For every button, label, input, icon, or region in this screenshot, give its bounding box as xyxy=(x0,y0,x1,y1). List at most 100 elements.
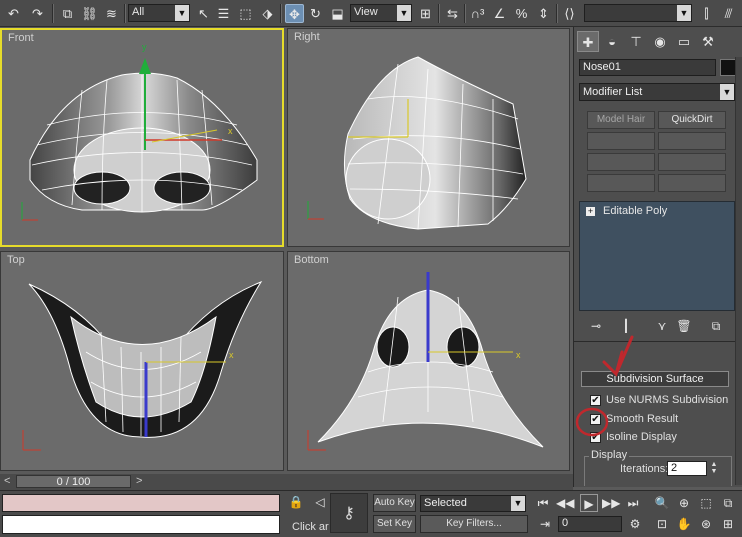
time-slider[interactable]: < 0 / 100 > xyxy=(0,474,573,490)
time-slider-thumb[interactable]: 0 / 100 xyxy=(16,475,131,488)
next-frame-icon[interactable]: ▶▶ xyxy=(602,494,620,512)
toolbar-separator xyxy=(52,4,54,23)
named-selection-dropdown[interactable]: ▼ xyxy=(584,4,692,22)
play-icon[interactable]: ▶ xyxy=(580,494,598,512)
undo-icon[interactable]: ↶ xyxy=(4,4,23,23)
window-crossing-icon[interactable]: ⬗ xyxy=(258,4,277,23)
set-key-button[interactable]: Set Key xyxy=(373,515,416,533)
command-panel: ✚ ◒ ⊤ ◉ ▭ ⚒ Nose01 Modifier List ▼ Model… xyxy=(573,27,742,487)
region-zoom-icon[interactable]: ⊡ xyxy=(652,515,672,533)
key-filters-label: Key Filters... xyxy=(446,518,502,529)
display-group-label: Display xyxy=(589,449,630,461)
select-by-name-icon[interactable]: ☰ xyxy=(214,4,233,23)
zoom-icon[interactable]: 🔍 xyxy=(652,494,672,512)
go-to-start-icon[interactable]: ⏮ xyxy=(534,494,552,512)
motion-tab-icon[interactable]: ◉ xyxy=(649,31,671,52)
configure-modifier-sets-icon[interactable]: ⧉ xyxy=(706,317,726,335)
toolbar-separator xyxy=(556,4,558,23)
manipulate-icon[interactable]: ⇆ xyxy=(443,4,462,23)
zoom-all-icon[interactable]: ⊕ xyxy=(674,494,694,512)
modify-tab-icon[interactable]: ◒ xyxy=(601,31,623,52)
rotate-icon[interactable]: ↻ xyxy=(306,4,325,23)
modifier-set-button[interactable] xyxy=(658,132,726,150)
make-unique-icon[interactable]: ⋎ xyxy=(652,317,672,335)
current-frame-field[interactable]: 0 xyxy=(558,516,622,532)
svg-text:y: y xyxy=(142,42,147,52)
viewport-top[interactable]: Top x xyxy=(0,251,284,471)
remove-modifier-icon[interactable]: 🗑 xyxy=(674,317,694,335)
select-object-icon[interactable]: ↖ xyxy=(194,4,213,23)
viewport-right[interactable]: Right xyxy=(287,28,570,247)
percent-snap-icon[interactable]: % xyxy=(512,4,531,23)
utilities-tab-icon[interactable]: ⚒ xyxy=(697,31,719,52)
model-hair-button[interactable]: Model Hair xyxy=(587,111,655,129)
align-icon[interactable]: ⫻ xyxy=(719,4,738,23)
spinner-arrows-icon[interactable]: ▲ ▼ xyxy=(709,461,719,476)
create-tab-icon[interactable]: ✚ xyxy=(577,31,599,52)
unlink-icon[interactable]: ⛓ xyxy=(80,4,99,23)
move-icon[interactable]: ✥ xyxy=(285,4,304,23)
chevron-down-icon: ▼ xyxy=(720,84,734,100)
modifier-list-dropdown[interactable]: Modifier List ▼ xyxy=(579,83,735,101)
maxscript-listener[interactable] xyxy=(2,494,280,512)
bind-space-warp-icon[interactable]: ≋ xyxy=(102,4,121,23)
modifier-stack: + Editable Poly xyxy=(579,201,735,311)
rectangular-selection-icon[interactable]: ⬚ xyxy=(236,4,255,23)
modifier-set-button[interactable] xyxy=(658,153,726,171)
expand-icon[interactable]: + xyxy=(586,207,595,216)
key-mode-toggle-icon[interactable]: ⇥ xyxy=(536,515,554,533)
modifier-set-button[interactable] xyxy=(587,153,655,171)
iterations-spinner[interactable]: 2 xyxy=(667,461,707,476)
lock-selection-icon[interactable]: 🔒 xyxy=(288,493,304,511)
orbit-icon[interactable]: ⊛ xyxy=(696,515,716,533)
modifier-set-button[interactable] xyxy=(658,174,726,192)
hierarchy-tab-icon[interactable]: ⊤ xyxy=(625,31,647,52)
go-to-end-icon[interactable]: ⏭ xyxy=(624,494,642,512)
display-tab-icon[interactable]: ▭ xyxy=(673,31,695,52)
key-icon[interactable]: ⚷ xyxy=(330,493,368,533)
select-and-link-icon[interactable]: ⧉ xyxy=(58,4,77,23)
key-mode-value: Selected xyxy=(424,497,467,509)
snap-toggle-icon[interactable]: ∩³ xyxy=(468,4,487,23)
zoom-extents-all-icon[interactable]: ⧉ xyxy=(718,494,738,512)
reference-coordinate-value: View xyxy=(354,6,378,18)
pan-icon[interactable]: ✋ xyxy=(674,515,694,533)
frame-counter: 0 / 100 xyxy=(56,476,91,488)
scale-icon[interactable]: ⬓ xyxy=(328,4,347,23)
redo-icon[interactable]: ↷ xyxy=(28,4,47,23)
modifier-set-button[interactable] xyxy=(587,132,655,150)
modifier-set-button[interactable] xyxy=(587,174,655,192)
object-name-field[interactable]: Nose01 xyxy=(579,59,716,76)
maximize-viewport-icon[interactable]: ⊞ xyxy=(718,515,738,533)
zoom-extents-icon[interactable]: ⬚ xyxy=(696,494,716,512)
angle-snap-icon[interactable]: ∠ xyxy=(490,4,509,23)
prev-frame-icon[interactable]: < xyxy=(4,475,10,487)
nose-mesh-bottom: x xyxy=(307,272,544,451)
panel-scrollbar[interactable] xyxy=(735,57,742,485)
spinner-snap-icon[interactable]: ⇕ xyxy=(534,4,553,23)
edit-named-selection-icon[interactable]: ⟨⟩ xyxy=(560,4,579,23)
mirror-icon[interactable]: ⫿ xyxy=(697,4,716,23)
nose-mesh-top: x xyxy=(22,280,263,451)
iterations-label: Iterations: xyxy=(620,463,669,475)
toolbar-separator xyxy=(124,4,126,23)
key-mode-dropdown[interactable]: Selected ▼ xyxy=(420,495,526,512)
pivot-center-icon[interactable]: ⊞ xyxy=(416,4,435,23)
modifier-list-label: Modifier List xyxy=(583,86,643,98)
next-frame-icon[interactable]: > xyxy=(136,475,142,487)
absolute-mode-icon[interactable]: ◁ xyxy=(312,493,328,511)
quickdirt-button[interactable]: QuickDirt xyxy=(658,111,726,129)
time-configuration-icon[interactable]: ⚙ xyxy=(626,515,644,533)
auto-key-button[interactable]: Auto Key xyxy=(373,494,416,512)
previous-frame-icon[interactable]: ◀◀ xyxy=(556,494,574,512)
key-filters-button[interactable]: Key Filters... xyxy=(420,515,528,533)
selection-filter-dropdown[interactable]: All ▼ xyxy=(128,4,190,22)
maxscript-input[interactable] xyxy=(2,515,280,534)
quickdirt-label: QuickDirt xyxy=(671,114,713,125)
viewport-bottom[interactable]: Bottom x xyxy=(287,251,570,471)
object-name-value: Nose01 xyxy=(583,61,621,73)
viewport-front[interactable]: Front y x xyxy=(0,28,284,247)
stack-item[interactable]: + Editable Poly xyxy=(583,205,731,219)
reference-coordinate-dropdown[interactable]: View ▼ xyxy=(350,4,412,22)
object-color-swatch[interactable] xyxy=(720,59,736,76)
